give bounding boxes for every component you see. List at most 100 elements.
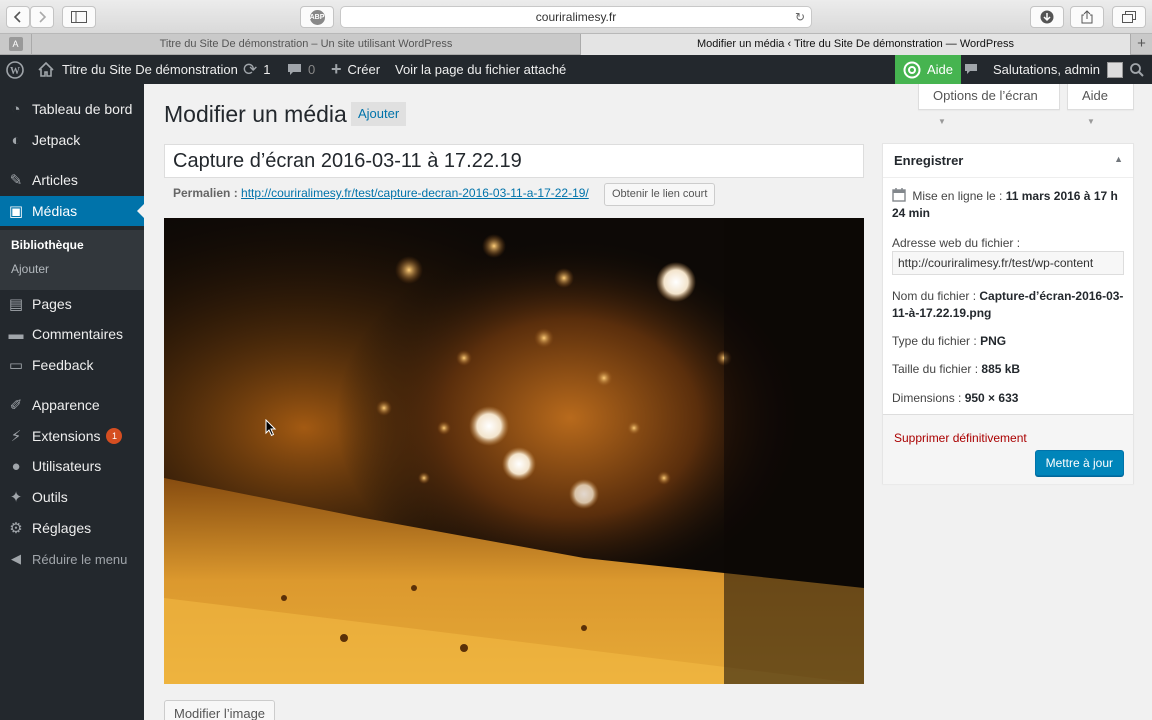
view-attachment-link[interactable]: Voir la page du fichier attaché (395, 55, 566, 84)
menu-feedback[interactable]: ▭ Feedback (0, 350, 144, 380)
menu-comments[interactable]: ▬ Commentaires (0, 319, 144, 349)
wordpress-logo-icon: W (6, 60, 24, 79)
users-icon: ● (11, 457, 21, 475)
menu-posts[interactable]: ✎ Articles (0, 165, 144, 195)
updates-icon: ⟳ (243, 60, 258, 79)
address-bar[interactable]: couriralimesy.fr ↻ (340, 6, 812, 28)
update-button[interactable]: Mettre à jour (1034, 450, 1124, 476)
svg-text:W: W (10, 66, 20, 77)
media-icon: ▣ (8, 203, 24, 220)
filetype-row: Type du fichier : PNG (892, 333, 1006, 350)
my-account-link[interactable]: Salutations, admin (993, 55, 1123, 84)
comments-link[interactable]: 0 (287, 55, 315, 84)
permalink-row: Permalien : http://couriralimesy.fr/test… (173, 186, 589, 200)
tabs-overview-button[interactable] (1112, 6, 1146, 28)
menu-label: Médias (32, 203, 78, 219)
filename-label: Nom du fichier : (892, 289, 977, 303)
menu-jetpack[interactable]: ◐ Jetpack (0, 125, 144, 155)
add-new-button[interactable]: Ajouter (351, 102, 407, 126)
screen-options-button[interactable]: Options de l’écran ▼ (918, 84, 1060, 126)
menu-label: Réglages (32, 520, 92, 536)
site-favicon-icon: A (8, 37, 23, 51)
wp-admin-bar: W Titre du Site De démonstration ⟳ 1 0 +… (0, 55, 1152, 84)
site-name-link[interactable]: Titre du Site De démonstration (38, 55, 238, 84)
file-url-field[interactable]: http://couriralimesy.fr/test/wp-content (892, 251, 1124, 275)
pages-icon: ▤ (8, 296, 24, 313)
share-button[interactable] (1070, 6, 1104, 28)
share-icon (1081, 10, 1093, 24)
avatar (1106, 61, 1123, 78)
save-metabox: Enregistrer ▲ Mise en ligne le : 11 mars… (882, 143, 1134, 484)
help-button[interactable]: Aide (895, 55, 962, 84)
forward-button[interactable] (30, 6, 54, 28)
tab-pin[interactable]: A (0, 34, 32, 55)
filesize-label: Taille du fichier : (892, 362, 979, 376)
pin-icon: ✎ (9, 172, 23, 189)
dimensions-row: Dimensions : 950 × 633 (892, 390, 1018, 407)
menu-media[interactable]: ▣ Médias (0, 196, 144, 226)
delete-permanently-link[interactable]: Supprimer définitivement (894, 431, 1027, 445)
menu-settings[interactable]: ⚙ Réglages (0, 513, 144, 543)
submenu-library[interactable]: Bibliothèque (11, 238, 84, 252)
dashboard-icon: ◔ (11, 100, 21, 118)
menu-pages[interactable]: ▤ Pages (0, 289, 144, 319)
back-button[interactable] (6, 6, 30, 28)
collapse-menu-button[interactable]: ◀ Réduire le menu (0, 544, 144, 574)
save-actions: Supprimer définitivement Mettre à jour (883, 414, 1133, 484)
edit-image-button[interactable]: Modifier l’image (164, 700, 276, 720)
menu-label: Apparence (32, 397, 100, 413)
published-label: Mise en ligne le : (912, 189, 1003, 203)
menu-label: Pages (32, 296, 72, 312)
filesize-value: 885 kB (981, 362, 1021, 376)
menu-dashboard[interactable]: ◔ Tableau de bord (0, 94, 144, 124)
help-tab-button[interactable]: Aide ▼ (1067, 84, 1134, 126)
menu-plugins[interactable]: ⚡ Extensions 1 (0, 421, 144, 451)
menu-label: Tableau de bord (32, 101, 133, 117)
menu-label: Articles (32, 172, 78, 188)
save-metabox-title: Enregistrer (894, 153, 964, 168)
tab-site-home[interactable]: Titre du Site De démonstration – Un site… (32, 34, 581, 55)
chevron-right-icon (39, 11, 47, 23)
wp-logo-menu[interactable]: W (6, 55, 24, 84)
new-content-label: Créer (347, 62, 381, 77)
browser-toolbar: ABP couriralimesy.fr ↻ (0, 0, 1152, 34)
page-title: Modifier un média (164, 101, 347, 127)
file-url-value: http://couriralimesy.fr/test/wp-content (898, 256, 1094, 270)
download-icon (1040, 10, 1054, 24)
menu-appearance[interactable]: ✐ Apparence (0, 390, 144, 420)
search-icon (1130, 62, 1144, 77)
sidebar-icon (71, 11, 87, 23)
file-url-label: Adresse web du fichier : (892, 236, 1021, 250)
new-content-link[interactable]: + Créer (331, 55, 380, 84)
calendar-icon (892, 188, 906, 202)
get-shortlink-button[interactable]: Obtenir le lien court (604, 183, 716, 206)
tab-edit-media[interactable]: Modifier un média ‹ Titre du Site De dém… (581, 34, 1131, 55)
menu-label: Extensions (32, 428, 101, 444)
collapse-triangle-icon[interactable]: ▲ (1114, 154, 1123, 164)
new-tab-button[interactable]: + (1131, 34, 1152, 55)
permalink-label: Permalien : (173, 186, 238, 200)
menu-label: Jetpack (32, 132, 81, 148)
updates-link[interactable]: ⟳ 1 (243, 55, 270, 84)
adblock-button[interactable]: ABP (300, 6, 334, 28)
menu-label: Feedback (32, 357, 94, 373)
settings-icon: ⚙ (9, 520, 23, 537)
notes-link[interactable] (964, 55, 978, 84)
save-metabox-header[interactable]: Enregistrer ▲ (883, 144, 1133, 178)
media-title-input[interactable]: Capture d’écran 2016-03-11 à 17.22.19 (164, 144, 864, 178)
menu-tools[interactable]: ✦ Outils (0, 482, 144, 512)
lifebuoy-icon (903, 61, 921, 78)
feedback-icon: ▭ (8, 357, 24, 374)
filename-row: Nom du fichier : Capture-d’écran-2016-03… (892, 288, 1128, 322)
permalink-link[interactable]: http://couriralimesy.fr/test/capture-dec… (241, 186, 589, 200)
appearance-icon: ✐ (9, 397, 23, 414)
admin-sidebar: ◔ Tableau de bord ◐ Jetpack ✎ Articles ▣… (0, 84, 144, 720)
menu-users[interactable]: ● Utilisateurs (0, 451, 144, 481)
downloads-button[interactable] (1030, 6, 1064, 28)
search-link[interactable] (1130, 55, 1144, 84)
sidebar-toggle-button[interactable] (62, 6, 96, 28)
dimensions-value: 950 × 633 (964, 391, 1019, 405)
submenu-add-new[interactable]: Ajouter (11, 262, 49, 276)
reload-icon[interactable]: ↻ (795, 7, 805, 27)
filetype-label: Type du fichier : (892, 334, 977, 348)
